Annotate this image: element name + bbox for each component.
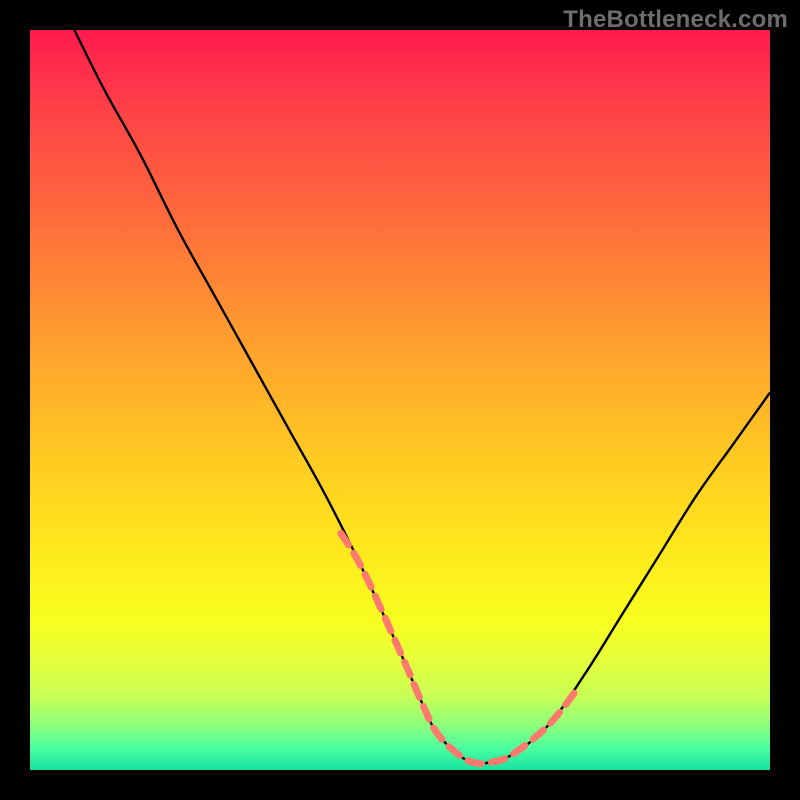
chart-svg xyxy=(30,30,770,770)
watermark-text: TheBottleneck.com xyxy=(563,6,788,34)
bottleneck-curve xyxy=(74,30,770,764)
chart-frame: TheBottleneck.com xyxy=(0,0,800,800)
plot-area xyxy=(30,30,770,770)
highlight-dashes xyxy=(341,533,578,763)
